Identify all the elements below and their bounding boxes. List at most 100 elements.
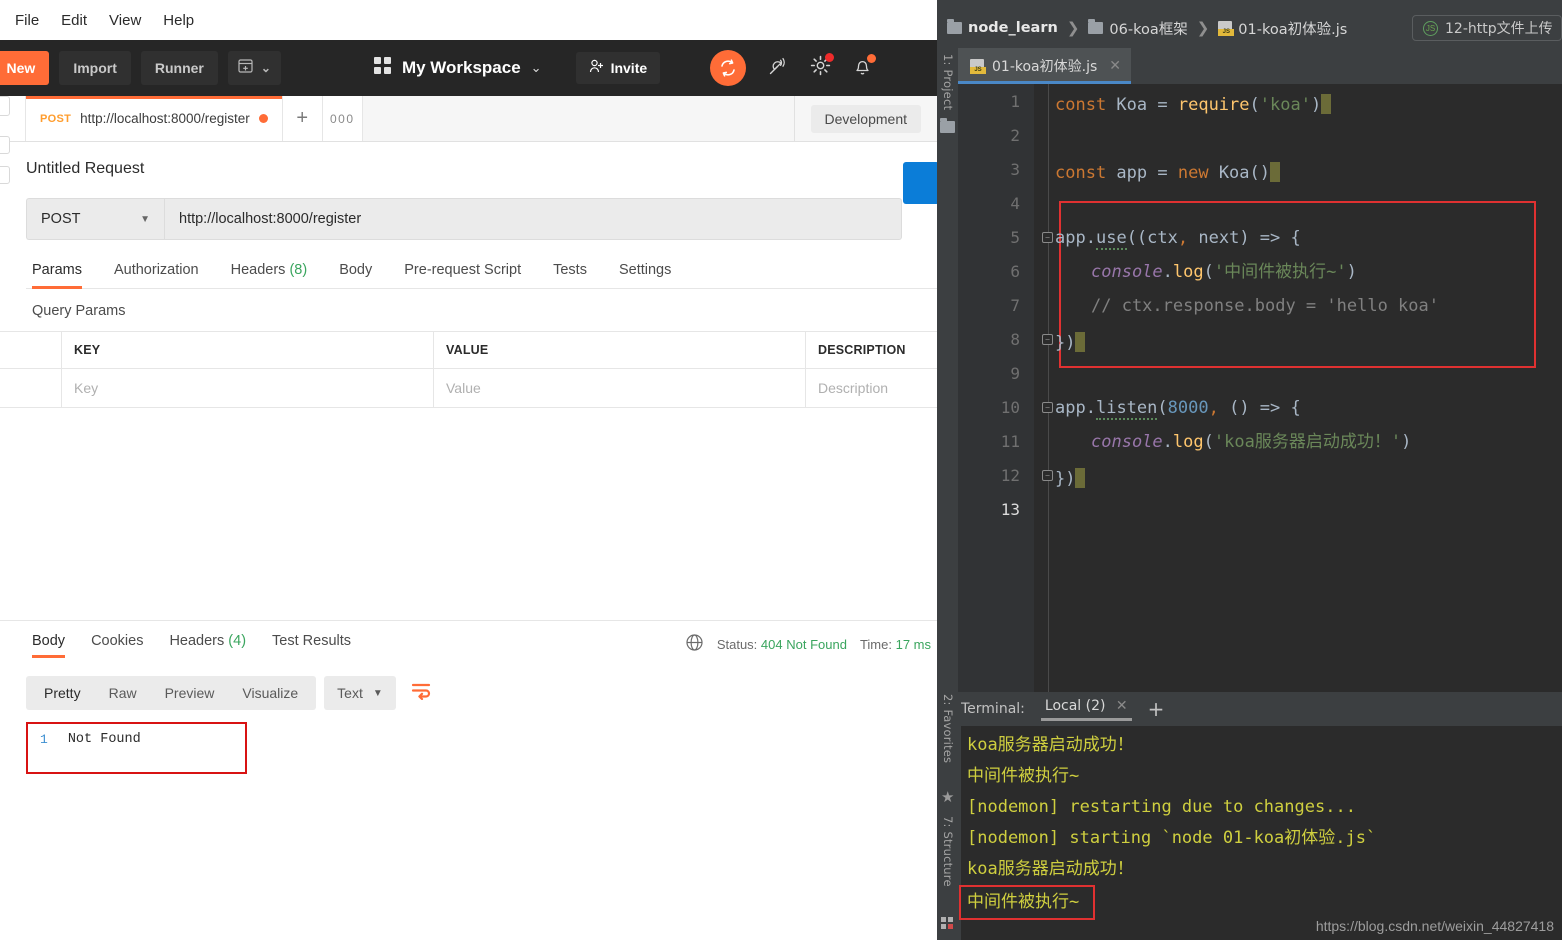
gutter-line-number: 12: [1000, 466, 1020, 485]
code-fold-icon[interactable]: −: [1042, 470, 1053, 481]
menu-view[interactable]: View: [100, 9, 150, 32]
import-button-label: Import: [73, 60, 117, 76]
response-format-select[interactable]: Text ▼: [324, 676, 396, 710]
file-tab-01-koa[interactable]: 01-koa初体验.js ✕: [958, 48, 1131, 84]
gutter-line-number: 3: [1010, 160, 1020, 179]
js-file-icon: [1218, 20, 1235, 36]
runner-button-label: Runner: [154, 60, 204, 76]
tab-headers[interactable]: Headers (8): [215, 262, 324, 288]
table-bottom-divider: [0, 407, 937, 408]
row-checkbox-cell[interactable]: [0, 369, 62, 407]
status-value: 404 Not Found: [760, 636, 847, 652]
url-input[interactable]: http://localhost:8000/register: [164, 198, 902, 240]
row-value-input[interactable]: Value: [434, 369, 806, 407]
editor-scrollbar[interactable]: [1550, 84, 1562, 696]
grid-icon: [373, 56, 392, 80]
close-icon[interactable]: ✕: [1109, 58, 1121, 74]
request-tab[interactable]: POST http://localhost:8000/register: [26, 96, 283, 141]
response-view-toolbar: Pretty Raw Preview Visualize Text ▼: [26, 676, 937, 710]
new-button[interactable]: + New: [0, 51, 50, 85]
satellite-button[interactable]: [768, 56, 788, 81]
response-tab-headers-label: Headers: [169, 633, 225, 649]
person-add-icon: [589, 59, 604, 77]
code-fold-icon[interactable]: −: [1042, 232, 1053, 243]
gutter-line-number: 8: [1010, 330, 1020, 349]
terminal-tab-local[interactable]: Local (2) ✕: [1040, 698, 1132, 721]
invite-button[interactable]: Invite: [575, 52, 661, 84]
js-file-icon: [970, 58, 986, 74]
tab-body[interactable]: Body: [323, 262, 388, 288]
response-body-highlight: 1 Not Found: [26, 722, 247, 774]
time-value: 17 ms: [895, 636, 931, 652]
import-button[interactable]: Import: [59, 51, 131, 85]
globe-icon[interactable]: [685, 633, 704, 655]
new-terminal-button[interactable]: +: [1148, 699, 1165, 719]
settings-button[interactable]: [810, 53, 835, 81]
gutter-line-number: 6: [1010, 262, 1020, 281]
close-icon[interactable]: ✕: [1116, 698, 1128, 714]
folder-icon: [1088, 19, 1104, 34]
terminal-output[interactable]: koa服务器启动成功！ 中间件被执行~ [nodemon] restarting d…: [959, 726, 1562, 940]
tab-pre-request-script[interactable]: Pre-request Script: [388, 262, 537, 288]
menu-file[interactable]: File: [6, 9, 48, 32]
text-caret: [1270, 162, 1281, 182]
terminal-line: koa服务器启动成功！: [967, 735, 1134, 755]
view-mode-raw[interactable]: Raw: [95, 685, 151, 701]
notifications-button[interactable]: [853, 53, 877, 81]
tab-options-button[interactable]: 000: [322, 96, 363, 141]
rail-item-favorites[interactable]: 2: Favorites: [941, 694, 955, 763]
chevron-down-icon: ▼: [140, 213, 150, 225]
code-editor[interactable]: 1 2 3 4 5 6 7 8 9 10 11 12 13 const Koa = require('k…: [958, 84, 1562, 696]
tab-tests[interactable]: Tests: [537, 262, 603, 288]
tab-authorization[interactable]: Authorization: [98, 262, 215, 288]
code-line: }): [1055, 468, 1086, 488]
response-format-value: Text: [337, 685, 363, 701]
rail-item-project[interactable]: 1: Project: [941, 54, 955, 110]
response-section-tabs: Body Cookies Headers (4) Test Results St…: [26, 621, 937, 658]
tab-params[interactable]: Params: [26, 262, 98, 289]
table-header-description: DESCRIPTION: [818, 343, 906, 357]
run-configuration-selector[interactable]: JS 12-http文件上传: [1412, 15, 1562, 41]
breadcrumb-item-node-learn[interactable]: node_learn: [968, 20, 1058, 36]
code-line: const app = new Koa(): [1055, 162, 1281, 182]
view-mode-visualize[interactable]: Visualize: [228, 685, 312, 701]
code-fold-icon[interactable]: −: [1042, 402, 1053, 413]
request-tab-url: http://localhost:8000/register: [80, 111, 250, 126]
environment-selector[interactable]: Development: [794, 96, 937, 141]
folder-icon: [947, 19, 962, 34]
postman-menubar: File Edit View Help: [0, 0, 937, 40]
view-mode-preview[interactable]: Preview: [151, 685, 229, 701]
editor-column: 01-koa初体验.js ✕ 12345678910111213 const K…: [958, 48, 1562, 696]
breadcrumb-item-06-koa[interactable]: 06-koa框架: [1109, 18, 1187, 39]
table-row[interactable]: Key Value Description: [0, 368, 937, 407]
workspace-selector[interactable]: My Workspace ⌄: [373, 56, 542, 80]
breadcrumb-item-file[interactable]: 01-koa初体验.js: [1238, 18, 1347, 39]
method-value: POST: [41, 211, 81, 227]
add-tab-button[interactable]: +: [282, 96, 323, 141]
method-select[interactable]: POST ▼: [26, 198, 164, 240]
response-tab-headers[interactable]: Headers (4): [156, 633, 259, 658]
settings-badge: [825, 53, 835, 62]
table-header-value: VALUE: [434, 332, 806, 368]
module-icon: [941, 917, 954, 930]
tab-settings[interactable]: Settings: [603, 262, 687, 288]
new-window-button[interactable]: ⌄: [227, 51, 281, 85]
tab-authorization-label: Authorization: [113, 262, 199, 278]
menu-edit[interactable]: Edit: [52, 9, 96, 32]
rail-item-structure[interactable]: 7: Structure: [941, 816, 955, 887]
send-button[interactable]: [903, 162, 937, 204]
word-wrap-button[interactable]: [404, 676, 438, 710]
menu-help[interactable]: Help: [154, 9, 203, 32]
view-mode-pretty[interactable]: Pretty: [30, 685, 95, 701]
code-fold-icon[interactable]: −: [1042, 334, 1053, 345]
response-tab-cookies[interactable]: Cookies: [78, 633, 156, 658]
row-description-input[interactable]: Description: [806, 369, 937, 407]
response-tab-body[interactable]: Body: [32, 633, 78, 658]
sync-button[interactable]: [710, 50, 747, 86]
code-line: console.log('中间件被执行~'): [1091, 262, 1357, 282]
code-line: // ctx.response.body = 'hello koa': [1091, 296, 1439, 316]
terminal-line: 中间件被执行~: [967, 766, 1080, 786]
row-key-input[interactable]: Key: [62, 369, 434, 407]
response-tab-test-results[interactable]: Test Results: [259, 633, 364, 658]
runner-button[interactable]: Runner: [140, 51, 218, 85]
